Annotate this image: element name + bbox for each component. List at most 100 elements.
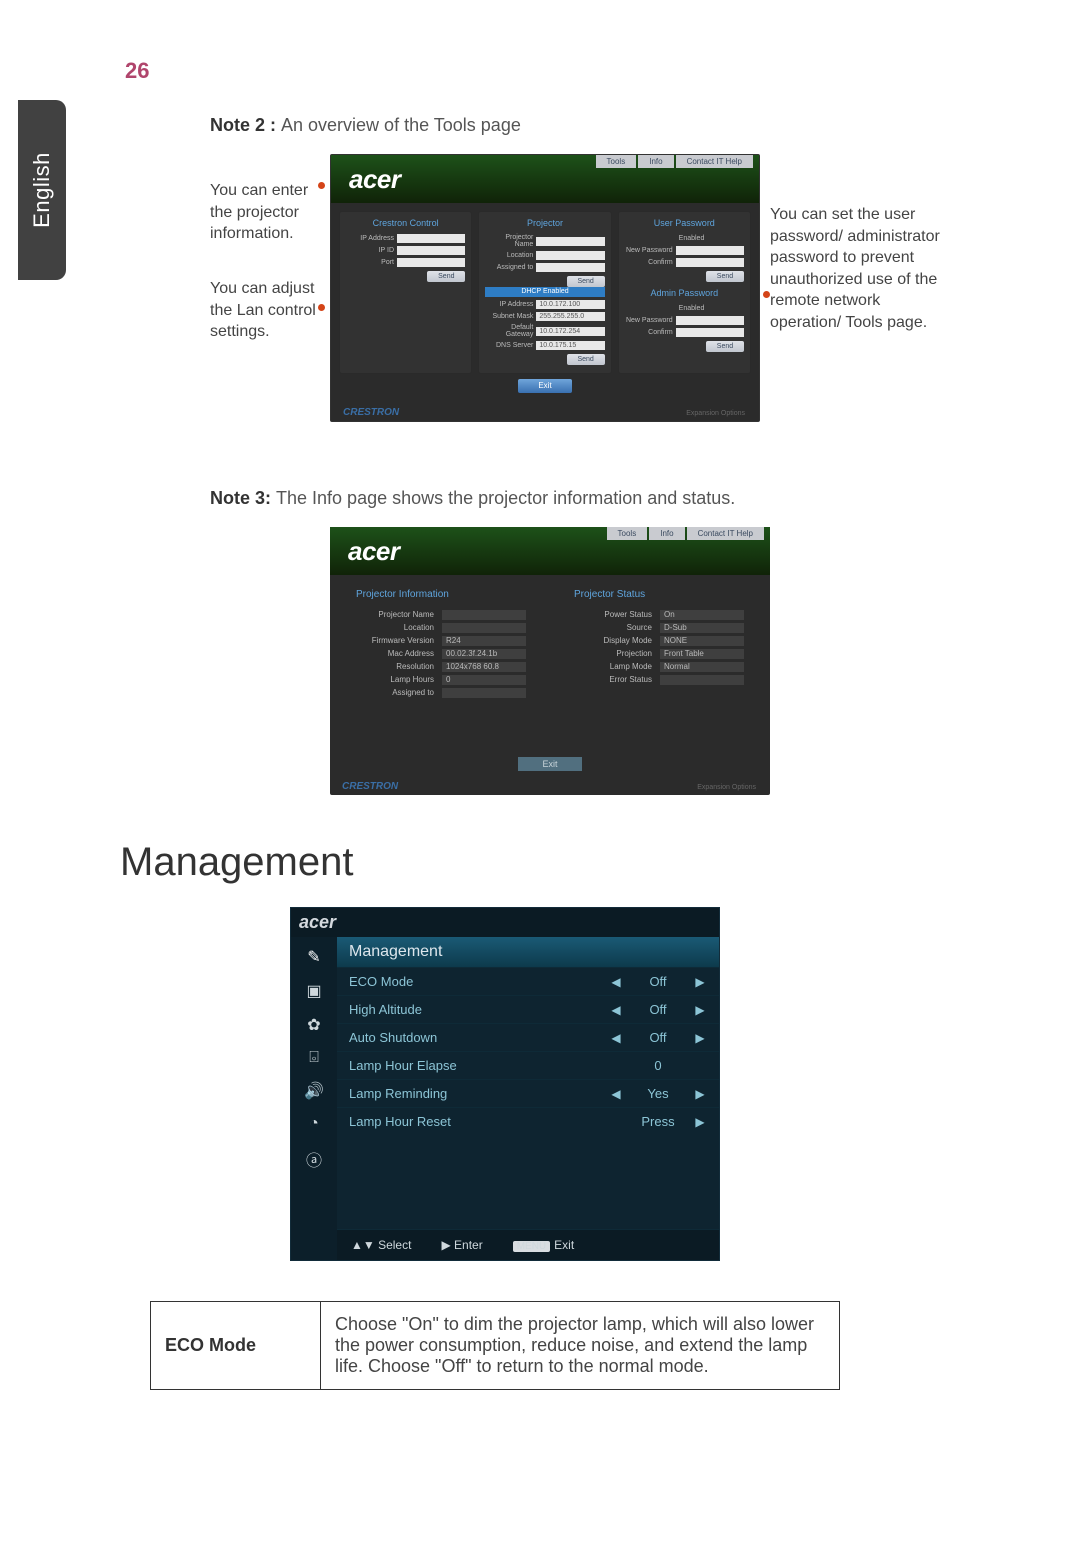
info-row: Power StatusOn	[574, 610, 744, 620]
info-label: Error Status	[574, 675, 652, 685]
right-arrow-icon[interactable]: ▶	[693, 975, 707, 989]
assigned-field[interactable]	[536, 263, 604, 272]
right-arrow-icon[interactable]: ▶	[693, 1087, 707, 1101]
note2-body: An overview of the Tools page	[281, 115, 521, 135]
eco-mode-table: ECO Mode Choose "On" to dim the projecto…	[150, 1301, 840, 1390]
tab-tools[interactable]: Tools	[596, 155, 637, 168]
audio-icon[interactable]: 🔊	[304, 1081, 324, 1101]
location-field[interactable]	[536, 251, 604, 260]
left-arrow-icon[interactable]: ◀	[609, 1087, 623, 1101]
tab-contact[interactable]: Contact IT Help	[687, 527, 764, 540]
fld-label: IP Address	[346, 235, 394, 242]
table-row: ECO Mode Choose "On" to dim the projecto…	[151, 1302, 840, 1390]
image-icon[interactable]: ▣	[306, 981, 321, 1001]
admin-new-password-field[interactable]	[676, 316, 744, 325]
net-gateway-field[interactable]: 10.0.172.254	[536, 327, 604, 336]
exit-button[interactable]: Exit	[518, 379, 572, 393]
left-arrow-icon[interactable]: ◀	[609, 975, 623, 989]
info-row: ProjectionFront Table	[574, 649, 744, 659]
fld-label: Assigned to	[485, 264, 533, 271]
confirm-password-field[interactable]	[676, 258, 744, 267]
password-col: User Password Enabled New Password Confi…	[618, 211, 751, 374]
info-row: Assigned to	[356, 688, 526, 698]
ip-id-field[interactable]	[397, 246, 465, 255]
osd-row[interactable]: High Altitude◀Off▶	[337, 995, 719, 1023]
info-row: Firmware VersionR24	[356, 636, 526, 646]
footer-right: Expansion Options	[686, 410, 745, 417]
note2-bold: Note 2 :	[210, 115, 281, 135]
info-label: Lamp Mode	[574, 662, 652, 672]
wand-icon[interactable]: ✎	[307, 947, 320, 967]
fld-label: Location	[485, 252, 533, 259]
ip-address-field[interactable]	[397, 234, 465, 243]
language-icon[interactable]: ⓐ	[306, 1147, 322, 1171]
admin-enabled-checkbox[interactable]: Enabled	[676, 304, 744, 313]
osd-icon-column: ✎ ▣ ✿ ⌻ 🔊 ◔ ⓐ	[291, 937, 337, 1260]
timer-icon[interactable]: ◔	[309, 1115, 319, 1133]
left-arrow-icon[interactable]: ◀	[609, 1031, 623, 1045]
osd-row[interactable]: Lamp Reminding◀Yes▶	[337, 1079, 719, 1107]
exit-button[interactable]: Exit	[518, 757, 582, 771]
projector-name-field[interactable]	[536, 237, 604, 246]
info-label: Resolution	[356, 662, 434, 672]
osd-row[interactable]: Auto Shutdown◀Off▶	[337, 1023, 719, 1051]
info-row: SourceD-Sub	[574, 623, 744, 633]
tab-info[interactable]: Info	[638, 155, 673, 168]
crestron-control-col: Crestron Control IP Address IP ID Port S…	[339, 211, 472, 374]
note3: Note 3: The Info page shows the projecto…	[210, 488, 970, 509]
tab-contact[interactable]: Contact IT Help	[676, 155, 753, 168]
info-label: Display Mode	[574, 636, 652, 646]
col-title: Admin Password	[625, 288, 744, 298]
send-button[interactable]: Send	[706, 341, 744, 352]
tab-tools[interactable]: Tools	[607, 527, 648, 540]
osd-row[interactable]: Lamp Hour ResetPress▶	[337, 1107, 719, 1135]
annotation-dot	[763, 291, 770, 298]
osd-row-value: Press	[623, 1114, 693, 1129]
menu-badge: MENU	[513, 1241, 550, 1252]
page-number: 26	[125, 58, 149, 84]
osd-select-hint: ▲▼ Select	[351, 1238, 411, 1252]
annotation-dot	[318, 304, 325, 311]
right-arrow-icon[interactable]: ▶	[693, 1115, 707, 1129]
net-ip-field[interactable]: 10.0.172.100	[536, 300, 604, 309]
osd-enter-hint: ▶ Enter	[441, 1238, 482, 1252]
osd-row[interactable]: Lamp Hour Elapse0	[337, 1051, 719, 1079]
info-value: D-Sub	[660, 623, 744, 633]
annotation-left-1: You can enter the projector information.	[210, 180, 320, 245]
new-password-field[interactable]	[676, 246, 744, 255]
net-dns-field[interactable]: 10.0.175.15	[536, 341, 604, 350]
info-panel-screenshot: Tools Info Contact IT Help acer Projecto…	[330, 527, 770, 795]
info-value	[442, 688, 526, 698]
osd-menu: acer ✎ ▣ ✿ ⌻ 🔊 ◔ ⓐ Management ECO Mode◀O…	[290, 907, 720, 1261]
gear-icon[interactable]: ✿	[307, 1015, 320, 1035]
tab-info[interactable]: Info	[649, 527, 684, 540]
col-title: Projector Information	[356, 589, 526, 600]
osd-title: Management	[337, 937, 719, 967]
projector-icon[interactable]: ⌻	[309, 1049, 319, 1067]
admin-confirm-password-field[interactable]	[676, 328, 744, 337]
fld-label: Projector Name	[485, 234, 533, 248]
right-arrow-icon[interactable]: ▶	[693, 1003, 707, 1017]
net-mask-field[interactable]: 255.255.255.0	[536, 312, 604, 321]
enabled-checkbox[interactable]: Enabled	[676, 234, 744, 243]
port-field[interactable]	[397, 258, 465, 267]
projector-col: Projector Projector Name Location Assign…	[478, 211, 611, 374]
osd-row[interactable]: ECO Mode◀Off▶	[337, 967, 719, 995]
info-label: Projector Name	[356, 610, 434, 620]
projector-info-col: Projector Information Projector NameLoca…	[356, 589, 526, 701]
send-button[interactable]: Send	[706, 271, 744, 282]
send-button[interactable]: Send	[427, 271, 465, 282]
info-label: Lamp Hours	[356, 675, 434, 685]
osd-brand: acer	[291, 908, 719, 937]
send-button[interactable]: Send	[567, 354, 605, 365]
info-value: Normal	[660, 662, 744, 672]
osd-row-value: Off	[623, 974, 693, 989]
eco-mode-description: Choose "On" to dim the projector lamp, w…	[321, 1302, 840, 1390]
info-value: 00.02.3f.24.1b	[442, 649, 526, 659]
send-button[interactable]: Send	[567, 276, 605, 287]
right-arrow-icon[interactable]: ▶	[693, 1031, 707, 1045]
info-row: Projector Name	[356, 610, 526, 620]
footer-right: Expansion Options	[697, 784, 756, 791]
left-arrow-icon[interactable]: ◀	[609, 1003, 623, 1017]
info-label: Assigned to	[356, 688, 434, 698]
